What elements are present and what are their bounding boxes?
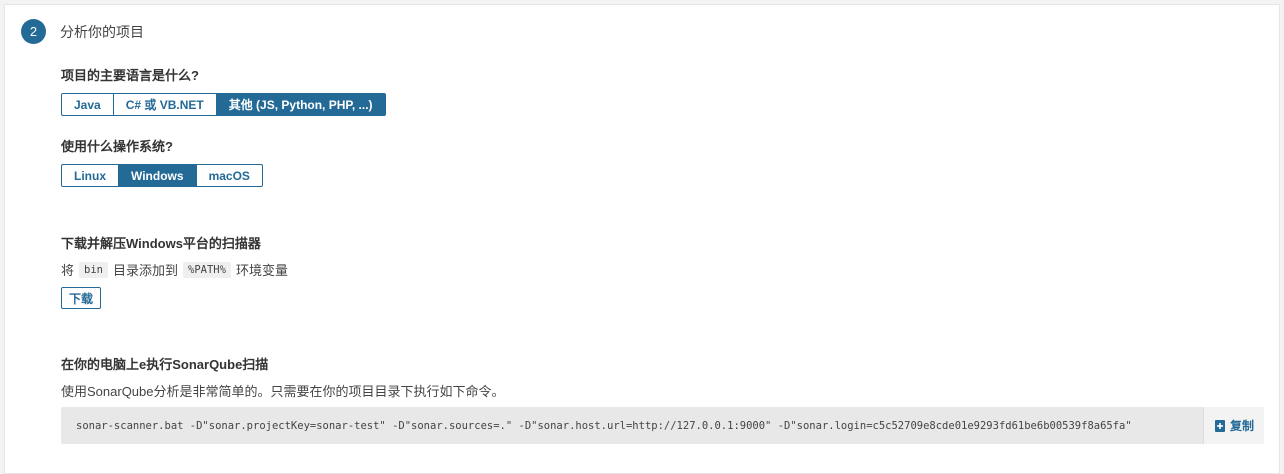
bin-chip: bin xyxy=(79,261,108,278)
path-chip: %PATH% xyxy=(183,261,231,278)
os-question: 使用什么操作系统? xyxy=(61,139,173,154)
download-title: 下载并解压Windows平台的扫描器 xyxy=(61,236,261,251)
os-option-macos[interactable]: macOS xyxy=(195,164,263,187)
language-option-java[interactable]: Java xyxy=(61,93,114,116)
copy-button[interactable]: 复制 xyxy=(1203,407,1264,444)
execute-description: 使用SonarQube分析是非常简单的。只需要在你的项目目录下执行如下命令。 xyxy=(61,384,505,399)
desc-middle: 目录添加到 xyxy=(112,263,178,278)
step-title: 分析你的项目 xyxy=(60,23,144,40)
desc-prefix: 将 xyxy=(61,263,75,278)
step-number-badge: 2 xyxy=(21,19,46,44)
execute-title: 在你的电脑上e执行SonarQube扫描 xyxy=(61,357,269,372)
os-button-group: Linux Windows macOS xyxy=(61,164,263,187)
command-code-block: sonar-scanner.bat -D"sonar.projectKey=so… xyxy=(61,407,1264,444)
language-question: 项目的主要语言是什么? xyxy=(61,68,199,83)
step-header: 2 分析你的项目 xyxy=(21,19,144,44)
copy-icon xyxy=(1214,419,1225,432)
language-option-other[interactable]: 其他 (JS, Python, PHP, ...) xyxy=(215,93,386,116)
os-option-windows[interactable]: Windows xyxy=(118,164,197,187)
download-description: 将 bin 目录添加到 %PATH% 环境变量 xyxy=(61,260,288,279)
copy-label: 复制 xyxy=(1229,419,1254,433)
os-option-linux[interactable]: Linux xyxy=(61,164,119,187)
language-option-csharp[interactable]: C# 或 VB.NET xyxy=(112,93,217,116)
scanner-command: sonar-scanner.bat -D"sonar.projectKey=so… xyxy=(76,419,1132,432)
language-button-group: Java C# 或 VB.NET 其他 (JS, Python, PHP, ..… xyxy=(61,93,386,116)
desc-suffix: 环境变量 xyxy=(235,263,288,278)
analyze-project-panel: 2 分析你的项目 项目的主要语言是什么? Java C# 或 VB.NET 其他… xyxy=(4,4,1280,474)
download-button[interactable]: 下载 xyxy=(61,287,102,309)
